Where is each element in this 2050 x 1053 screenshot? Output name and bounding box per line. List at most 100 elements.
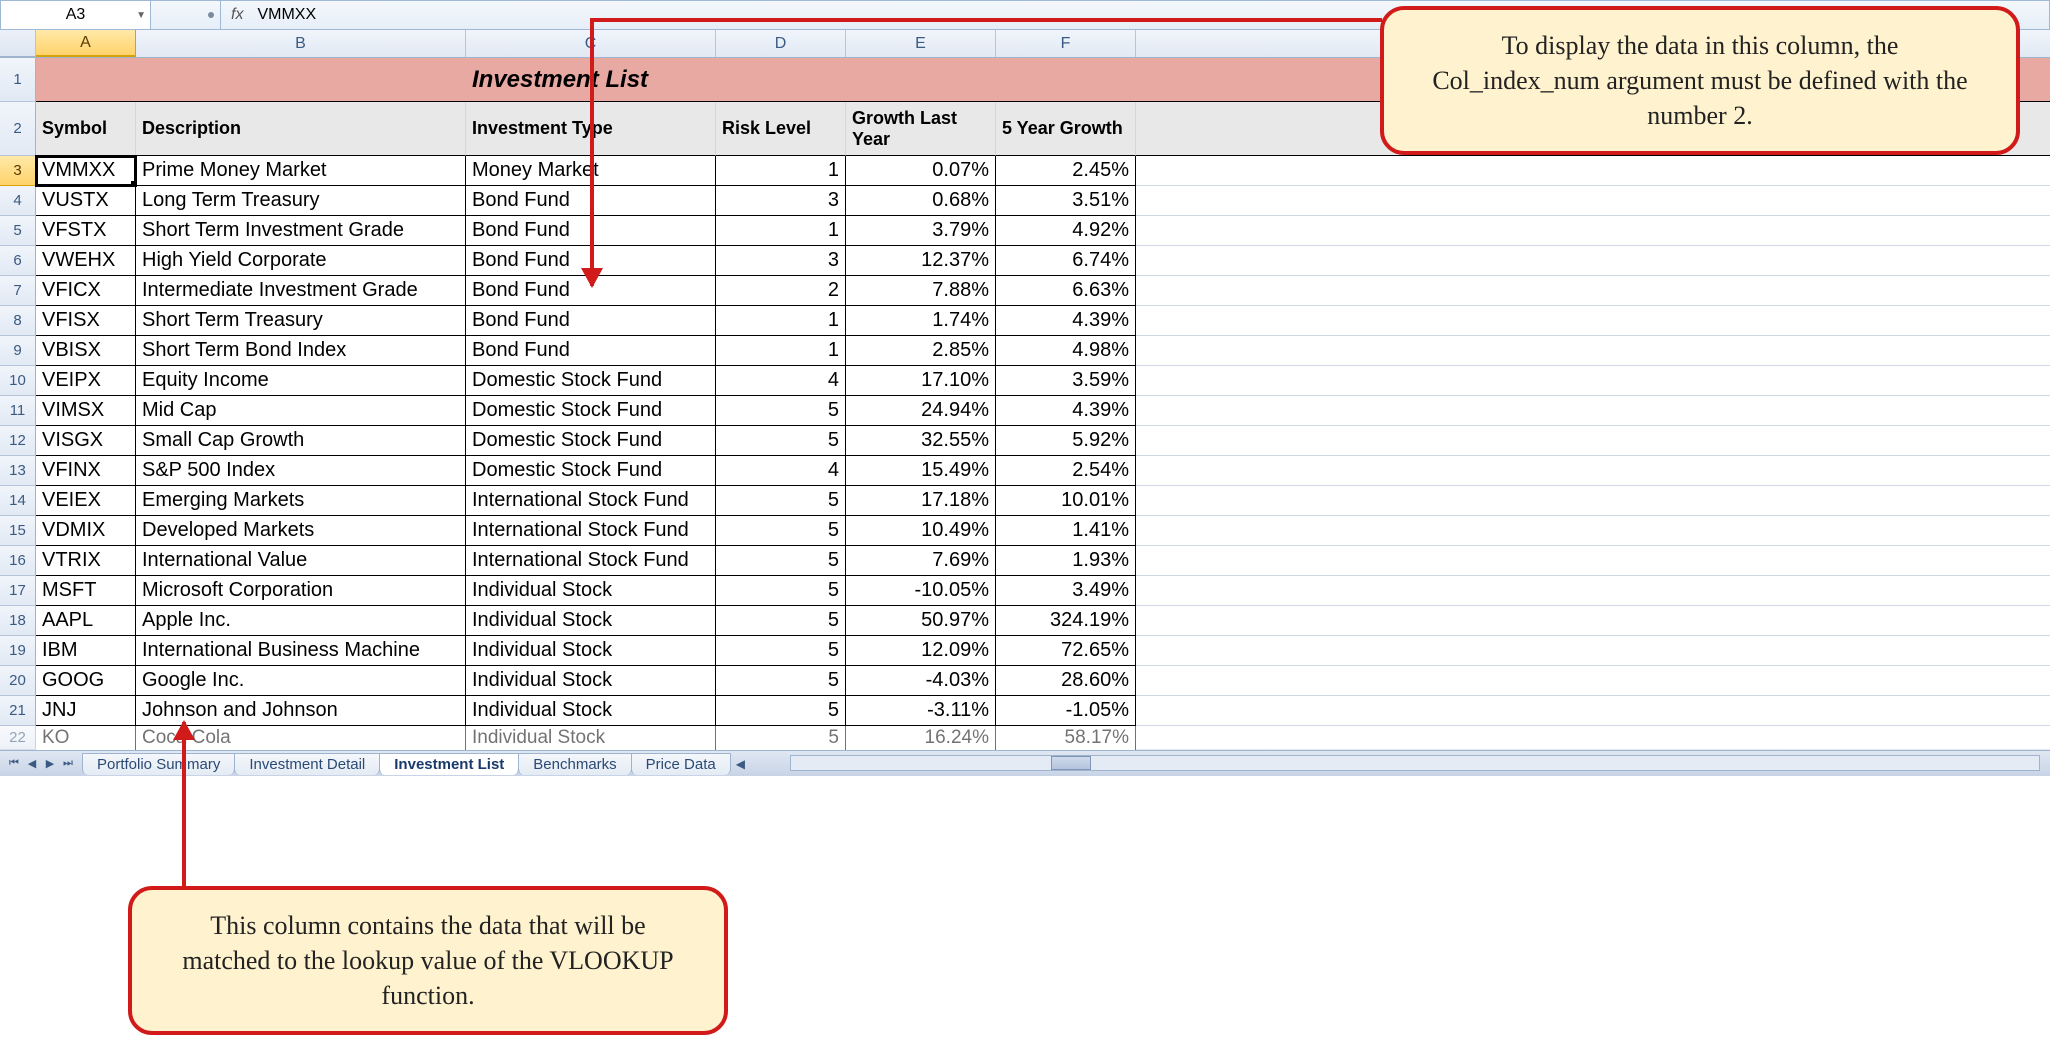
tab-nav-next-icon[interactable]: ▶: [42, 756, 58, 772]
cell-growth-last-year[interactable]: -3.11%: [846, 696, 996, 726]
cell-description[interactable]: International Value: [136, 546, 466, 576]
row-header[interactable]: 14: [0, 486, 36, 516]
cell-symbol[interactable]: VEIEX: [36, 486, 136, 516]
partial-type[interactable]: Individual Stock: [466, 726, 716, 750]
cell-growth-last-year[interactable]: 10.49%: [846, 516, 996, 546]
cell-symbol[interactable]: VISGX: [36, 426, 136, 456]
cell-type[interactable]: International Stock Fund: [466, 546, 716, 576]
cell-5yr-growth[interactable]: 324.19%: [996, 606, 1136, 636]
row-header[interactable]: 15: [0, 516, 36, 546]
cell-description[interactable]: Equity Income: [136, 366, 466, 396]
cell-5yr-growth[interactable]: 2.45%: [996, 156, 1136, 186]
cell-growth-last-year[interactable]: 32.55%: [846, 426, 996, 456]
cell-description[interactable]: Short Term Treasury: [136, 306, 466, 336]
row-header[interactable]: 19: [0, 636, 36, 666]
cell-description[interactable]: International Business Machine: [136, 636, 466, 666]
cell-risk[interactable]: 4: [716, 366, 846, 396]
sheet-tab[interactable]: Investment List: [379, 753, 519, 775]
cell-type[interactable]: Bond Fund: [466, 336, 716, 366]
row-header[interactable]: 4: [0, 186, 36, 216]
cell-5yr-growth[interactable]: 72.65%: [996, 636, 1136, 666]
cell-type[interactable]: Domestic Stock Fund: [466, 366, 716, 396]
row-header-22[interactable]: 22: [0, 726, 36, 750]
cell-type[interactable]: Individual Stock: [466, 576, 716, 606]
row-header[interactable]: 7: [0, 276, 36, 306]
cell-5yr-growth[interactable]: 4.39%: [996, 396, 1136, 426]
header-5-year-growth[interactable]: 5 Year Growth: [996, 102, 1136, 156]
cell-5yr-growth[interactable]: 2.54%: [996, 456, 1136, 486]
cell-risk[interactable]: 3: [716, 246, 846, 276]
cell-risk[interactable]: 1: [716, 216, 846, 246]
row-header[interactable]: 20: [0, 666, 36, 696]
cell-risk[interactable]: 1: [716, 336, 846, 366]
cell-growth-last-year[interactable]: 17.18%: [846, 486, 996, 516]
row-header[interactable]: 21: [0, 696, 36, 726]
cell-risk[interactable]: 5: [716, 546, 846, 576]
cell-description[interactable]: Google Inc.: [136, 666, 466, 696]
cell-growth-last-year[interactable]: 7.88%: [846, 276, 996, 306]
col-header-d[interactable]: D: [716, 30, 846, 57]
cell-growth-last-year[interactable]: -4.03%: [846, 666, 996, 696]
cell-risk[interactable]: 3: [716, 186, 846, 216]
cell-description[interactable]: Emerging Markets: [136, 486, 466, 516]
row-header[interactable]: 17: [0, 576, 36, 606]
partial-g5[interactable]: 58.17%: [996, 726, 1136, 750]
cell-risk[interactable]: 5: [716, 486, 846, 516]
name-box[interactable]: A3 ▼: [1, 1, 151, 29]
sheet-tab[interactable]: Benchmarks: [518, 753, 631, 775]
row-header[interactable]: 11: [0, 396, 36, 426]
cell-5yr-growth[interactable]: 6.63%: [996, 276, 1136, 306]
cell-5yr-growth[interactable]: 1.41%: [996, 516, 1136, 546]
cell-risk[interactable]: 5: [716, 426, 846, 456]
cell-symbol[interactable]: VFISX: [36, 306, 136, 336]
cell-risk[interactable]: 5: [716, 396, 846, 426]
cell-5yr-growth[interactable]: -1.05%: [996, 696, 1136, 726]
cell-growth-last-year[interactable]: 15.49%: [846, 456, 996, 486]
cell-symbol[interactable]: VFSTX: [36, 216, 136, 246]
partial-gly[interactable]: 16.24%: [846, 726, 996, 750]
row-header[interactable]: 10: [0, 366, 36, 396]
cell-symbol[interactable]: IBM: [36, 636, 136, 666]
cell-type[interactable]: Individual Stock: [466, 696, 716, 726]
horizontal-scrollbar[interactable]: [790, 755, 2040, 771]
tab-nav-first-icon[interactable]: ⏮: [6, 756, 22, 772]
cell-type[interactable]: Bond Fund: [466, 306, 716, 336]
cell-5yr-growth[interactable]: 3.59%: [996, 366, 1136, 396]
header-symbol[interactable]: Symbol: [36, 102, 136, 156]
row-header[interactable]: 12: [0, 426, 36, 456]
cell-type[interactable]: International Stock Fund: [466, 486, 716, 516]
cell-risk[interactable]: 5: [716, 576, 846, 606]
cell-5yr-growth[interactable]: 6.74%: [996, 246, 1136, 276]
cell-risk[interactable]: 1: [716, 306, 846, 336]
cell-5yr-growth[interactable]: 4.39%: [996, 306, 1136, 336]
cell-type[interactable]: Individual Stock: [466, 606, 716, 636]
header-risk-level[interactable]: Risk Level: [716, 102, 846, 156]
partial-risk[interactable]: 5: [716, 726, 846, 750]
cell-risk[interactable]: 2: [716, 276, 846, 306]
row-header[interactable]: 18: [0, 606, 36, 636]
row-header[interactable]: 9: [0, 336, 36, 366]
cell-symbol[interactable]: VIMSX: [36, 396, 136, 426]
row-header[interactable]: 13: [0, 456, 36, 486]
col-header-f[interactable]: F: [996, 30, 1136, 57]
cell-description[interactable]: Intermediate Investment Grade: [136, 276, 466, 306]
cell-symbol[interactable]: VDMIX: [36, 516, 136, 546]
select-all-corner[interactable]: [0, 30, 36, 57]
cell-risk[interactable]: 5: [716, 636, 846, 666]
cell-description[interactable]: Short Term Investment Grade: [136, 216, 466, 246]
cell-symbol[interactable]: GOOG: [36, 666, 136, 696]
cell-risk[interactable]: 1: [716, 156, 846, 186]
cell-symbol[interactable]: VUSTX: [36, 186, 136, 216]
cell-growth-last-year[interactable]: -10.05%: [846, 576, 996, 606]
cell-growth-last-year[interactable]: 24.94%: [846, 396, 996, 426]
cell-growth-last-year[interactable]: 2.85%: [846, 336, 996, 366]
cell-description[interactable]: Microsoft Corporation: [136, 576, 466, 606]
tab-nav-prev-icon[interactable]: ◀: [24, 756, 40, 772]
cell-symbol[interactable]: VEIPX: [36, 366, 136, 396]
cell-type[interactable]: Individual Stock: [466, 636, 716, 666]
cell-risk[interactable]: 4: [716, 456, 846, 486]
cell-risk[interactable]: 5: [716, 516, 846, 546]
cell-risk[interactable]: 5: [716, 696, 846, 726]
cell-type[interactable]: International Stock Fund: [466, 516, 716, 546]
row-header[interactable]: 8: [0, 306, 36, 336]
